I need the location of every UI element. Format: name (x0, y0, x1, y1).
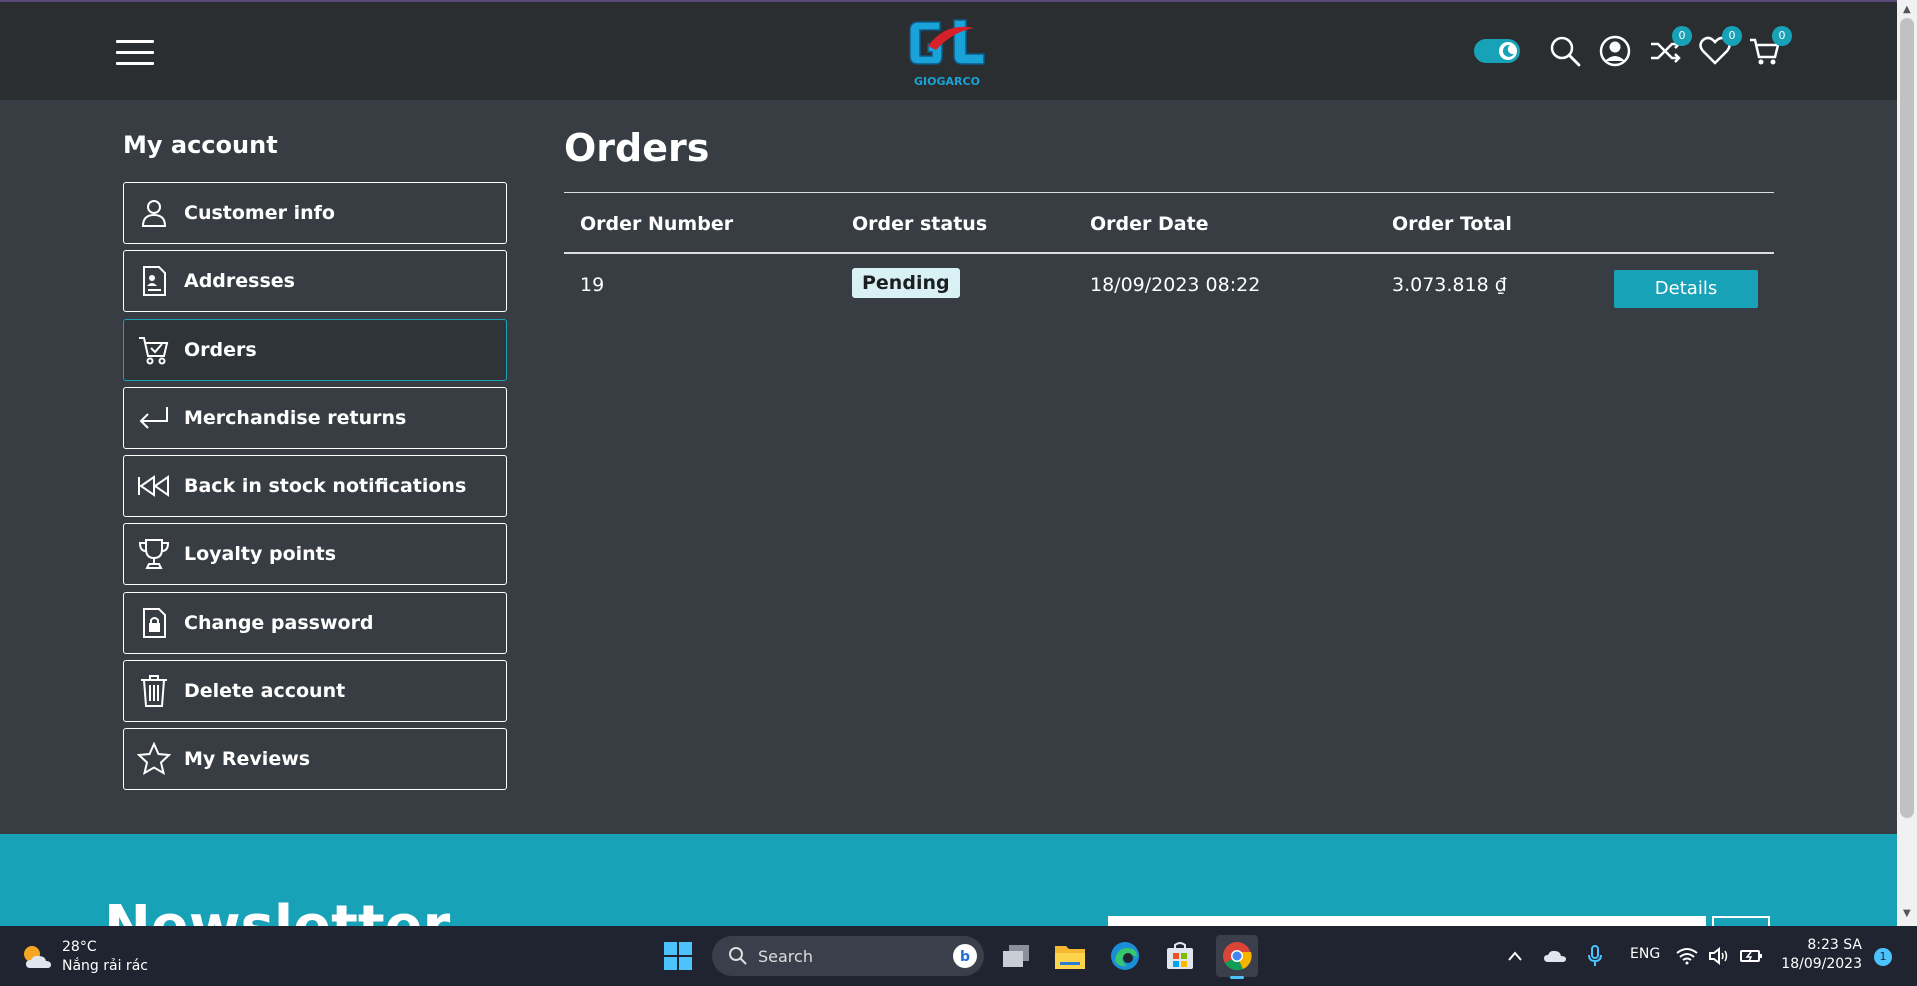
sidebar-item-label: Loyalty points (184, 543, 337, 565)
active-app-indicator (1230, 976, 1244, 979)
wifi-icon[interactable] (1672, 938, 1702, 974)
address-book-icon (136, 263, 172, 299)
trash-icon (136, 673, 172, 709)
svg-text:b: b (960, 949, 970, 965)
site-header: GIOGARCO 0 0 0 (0, 0, 1897, 100)
account-title: My account (123, 131, 278, 159)
wishlist-icon[interactable]: 0 (1698, 26, 1742, 68)
search-icon (729, 947, 747, 965)
return-arrow-icon (136, 400, 172, 436)
sidebar-item-back-in-stock[interactable]: Back in stock notifications (123, 455, 507, 517)
weather-widget[interactable]: 28°C Nắng rải rác (20, 938, 148, 976)
newsletter-title: Newsletter (104, 894, 450, 926)
status-badge: Pending (852, 268, 960, 298)
dark-mode-toggle[interactable] (1474, 39, 1520, 63)
task-view-icon[interactable] (998, 938, 1034, 974)
sidebar-item-label: Change password (184, 612, 374, 634)
sidebar-item-delete-account[interactable]: Delete account (123, 660, 507, 722)
windows-taskbar: 28°C Nắng rải rác Search b ENG 8:23 SA 1… (0, 926, 1917, 986)
table-header: Order Number Order status Order Date Ord… (564, 192, 1774, 254)
lock-file-icon (136, 605, 172, 641)
details-button[interactable]: Details (1614, 270, 1758, 308)
microphone-icon[interactable] (1578, 938, 1612, 974)
sidebar-item-orders[interactable]: Orders (123, 319, 507, 381)
compare-icon[interactable]: 0 (1648, 26, 1692, 68)
battery-icon[interactable] (1736, 938, 1766, 974)
scroll-down-icon[interactable]: ▼ (1903, 908, 1911, 919)
volume-icon[interactable] (1704, 938, 1734, 974)
sidebar-item-change-password[interactable]: Change password (123, 592, 507, 654)
search-label: Search (758, 946, 813, 966)
column-header: Order status (852, 213, 988, 235)
chrome-icon[interactable] (1216, 935, 1258, 979)
newsletter-email-input[interactable] (1108, 916, 1706, 926)
sidebar-item-label: Customer info (184, 202, 335, 224)
weather-icon (24, 946, 51, 968)
newsletter-subscribe-button[interactable] (1712, 916, 1770, 926)
column-header: Order Date (1090, 213, 1209, 235)
edge-icon[interactable] (1107, 938, 1143, 974)
page-title: Orders (564, 126, 710, 170)
system-clock[interactable]: 8:23 SA 18/09/2023 (1770, 936, 1862, 974)
clock-time: 8:23 SA (1807, 937, 1862, 953)
menu-icon[interactable] (116, 40, 154, 66)
order-number: 19 (580, 274, 605, 296)
site-logo[interactable]: GIOGARCO (906, 16, 988, 88)
sidebar-item-label: Addresses (184, 270, 295, 292)
sidebar-item-label: Back in stock notifications (184, 475, 467, 497)
sidebar-item-merchandise-returns[interactable]: Merchandise returns (123, 387, 507, 449)
store-icon[interactable] (1162, 938, 1198, 974)
cart-icon[interactable]: 0 (1748, 26, 1792, 68)
table-row: 19 Pending 18/09/2023 08:22 3.073.818 ₫ … (564, 254, 1774, 320)
star-icon (136, 741, 172, 777)
weather-desc: Nắng rải rác (62, 958, 148, 974)
wishlist-count-badge: 0 (1722, 26, 1742, 46)
show-hidden-icons-icon[interactable] (1498, 938, 1532, 974)
weather-temp: 28°C (62, 939, 97, 955)
moon-icon (1499, 42, 1517, 60)
sidebar-item-label: Merchandise returns (184, 407, 407, 429)
clock-date: 18/09/2023 (1781, 956, 1862, 972)
sidebar-item-customer-info[interactable]: Customer info (123, 182, 507, 244)
language-indicator[interactable]: ENG (1630, 946, 1660, 962)
notification-badge[interactable]: 1 (1874, 948, 1892, 966)
cart-check-icon (136, 332, 172, 368)
newsletter-section: Newsletter (0, 834, 1897, 926)
order-total: 3.073.818 ₫ (1392, 274, 1507, 296)
sidebar-item-my-reviews[interactable]: My Reviews (123, 728, 507, 790)
logo-text: GIOGARCO (914, 75, 980, 88)
scroll-up-icon[interactable]: ▲ (1903, 4, 1911, 15)
rewind-icon (136, 468, 172, 504)
sidebar-item-label: Orders (184, 339, 257, 361)
orders-table: Order Number Order status Order Date Ord… (564, 192, 1774, 320)
column-header: Order Number (580, 213, 734, 235)
bing-icon: b (953, 944, 977, 968)
user-icon (136, 195, 172, 231)
sidebar-item-loyalty-points[interactable]: Loyalty points (123, 523, 507, 585)
compare-count-badge: 0 (1672, 26, 1692, 46)
order-date: 18/09/2023 08:22 (1090, 274, 1261, 296)
account-icon[interactable] (1598, 34, 1632, 68)
sidebar-item-label: Delete account (184, 680, 346, 702)
column-header: Order Total (1392, 213, 1512, 235)
onedrive-icon[interactable] (1538, 938, 1572, 974)
file-explorer-icon[interactable] (1052, 938, 1088, 974)
taskbar-search[interactable]: Search b (712, 936, 984, 976)
sidebar-item-addresses[interactable]: Addresses (123, 250, 507, 312)
cart-count-badge: 0 (1772, 26, 1792, 46)
sidebar-item-label: My Reviews (184, 748, 311, 770)
start-icon[interactable] (660, 938, 696, 974)
search-icon[interactable] (1548, 34, 1582, 68)
trophy-icon (136, 536, 172, 572)
scrollbar-thumb[interactable] (1900, 18, 1914, 818)
